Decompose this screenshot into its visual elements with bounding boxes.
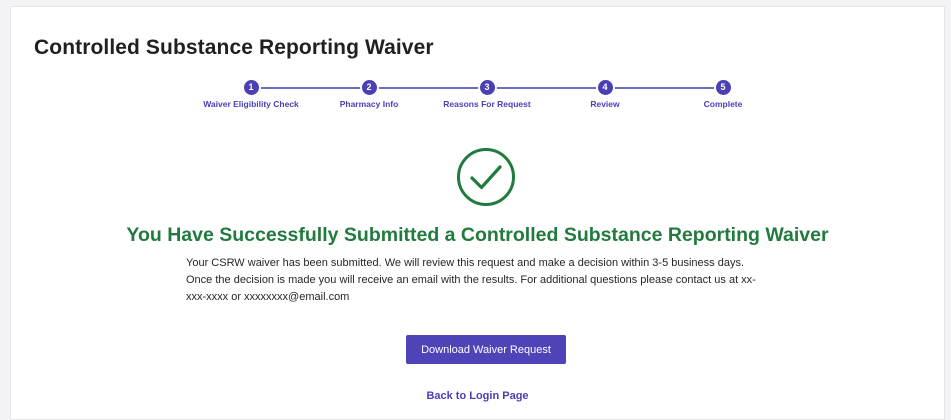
step-number-badge: 4 [597, 80, 613, 95]
step-number-badge: 3 [479, 80, 495, 95]
back-to-login-link[interactable]: Back to Login Page [11, 390, 944, 402]
download-waiver-request-button[interactable]: Download Waiver Request [406, 335, 566, 364]
page-title: Controlled Substance Reporting Waiver [34, 36, 434, 59]
step-number-badge: 1 [243, 80, 259, 95]
main-card: Controlled Substance Reporting Waiver 1 … [10, 6, 945, 420]
step-label: Complete [703, 99, 743, 109]
step-complete: 5 Complete [653, 79, 793, 109]
success-message: Your CSRW waiver has been submitted. We … [186, 257, 756, 303]
progress-stepper: 1 Waiver Eligibility Check 2 Pharmacy In… [11, 79, 944, 119]
step-number-badge: 5 [715, 80, 731, 95]
success-heading: You Have Successfully Submitted a Contro… [126, 224, 829, 246]
step-number-badge: 2 [361, 80, 377, 95]
check-circle-icon [457, 148, 515, 206]
